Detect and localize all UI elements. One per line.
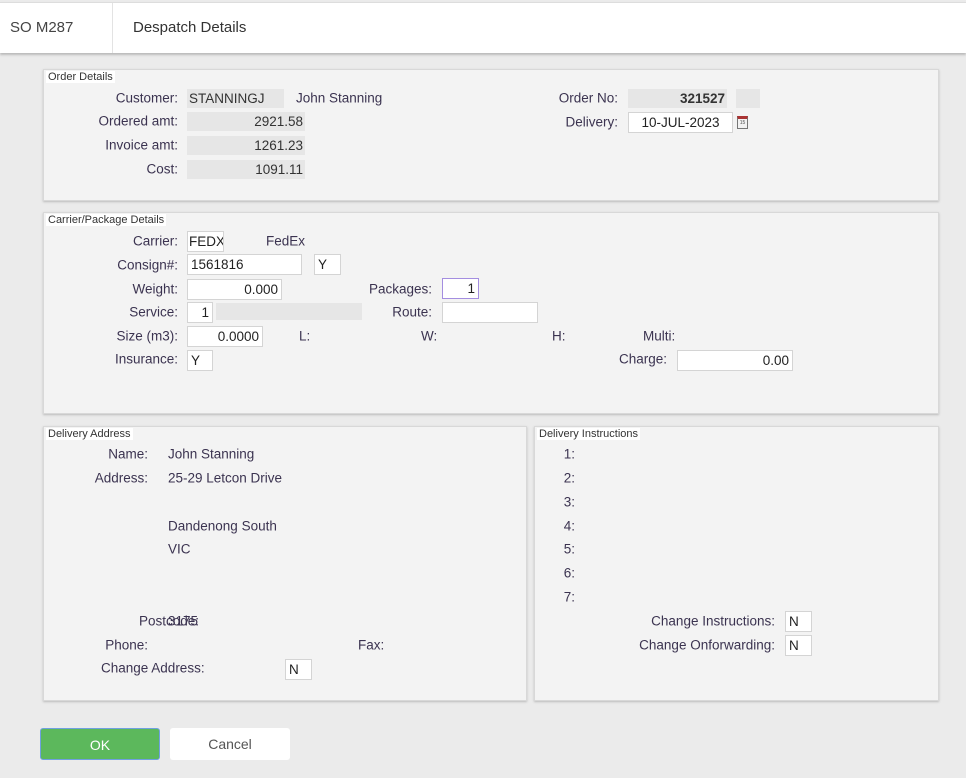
invoice-label: Invoice amt: bbox=[105, 137, 178, 153]
customer-label: Customer: bbox=[115, 90, 178, 106]
panel-legend: Delivery Instructions bbox=[537, 428, 641, 440]
carrier-input[interactable]: FEDX bbox=[187, 231, 224, 252]
phone-label: Phone: bbox=[105, 637, 148, 653]
name-label: Name: bbox=[108, 446, 148, 462]
delivery-label: Delivery: bbox=[565, 114, 618, 130]
size-input[interactable]: 0.0000 bbox=[187, 326, 263, 347]
cost-amount: 1091.11 bbox=[187, 160, 305, 179]
consign-label: Consign#: bbox=[117, 257, 178, 273]
change-instructions-label: Change Instructions: bbox=[651, 613, 775, 629]
panel-legend: Carrier/Package Details bbox=[46, 214, 167, 226]
delivery-date-input[interactable]: 10-JUL-2023 bbox=[628, 112, 733, 133]
change-onforwarding-label: Change Onforwarding: bbox=[639, 637, 775, 653]
instruction-line-6: 6: bbox=[563, 565, 575, 581]
packages-input[interactable]: 1 bbox=[442, 278, 479, 299]
address-label: Address: bbox=[94, 470, 148, 486]
order-no: 321527 bbox=[628, 89, 727, 108]
name-value: John Stanning bbox=[168, 446, 255, 462]
instruction-line-1: 1: bbox=[563, 446, 575, 462]
multi-label: Multi: bbox=[643, 328, 676, 344]
order-no-label: Order No: bbox=[558, 90, 618, 106]
weight-input[interactable]: 0.000 bbox=[187, 279, 282, 300]
packages-label: Packages: bbox=[368, 281, 432, 297]
width-label: W: bbox=[421, 328, 438, 344]
address-line-3: Dandenong South bbox=[168, 518, 277, 534]
change-onforwarding-input[interactable]: N bbox=[785, 635, 812, 656]
height-label: H: bbox=[552, 328, 566, 344]
instruction-line-2: 2: bbox=[563, 470, 575, 486]
insurance-input[interactable]: Y bbox=[187, 350, 213, 371]
order-suffix bbox=[736, 89, 760, 108]
instruction-line-7: 7: bbox=[563, 589, 575, 605]
change-address-label: Change Address: bbox=[101, 660, 205, 676]
carrier-label: Carrier: bbox=[132, 233, 178, 249]
length-label: L: bbox=[299, 328, 311, 344]
charge-label: Charge: bbox=[618, 351, 667, 367]
screen-code: SO M287 bbox=[10, 19, 74, 36]
page-title: Despatch Details bbox=[133, 19, 247, 36]
address-line-4: VIC bbox=[168, 541, 191, 557]
change-instructions-input[interactable]: N bbox=[785, 611, 812, 632]
instruction-line-3: 3: bbox=[563, 494, 575, 510]
route-label: Route: bbox=[392, 304, 432, 320]
cancel-button[interactable]: Cancel bbox=[170, 728, 290, 760]
delivery-instructions-panel: Delivery Instructions bbox=[534, 426, 939, 701]
service-label: Service: bbox=[129, 304, 178, 320]
ordered-amount: 2921.58 bbox=[187, 112, 305, 131]
consign-flag-input[interactable]: Y bbox=[314, 254, 341, 275]
customer-code: STANNINGJ bbox=[187, 89, 284, 108]
route-input[interactable] bbox=[442, 302, 538, 323]
order-details-panel: Order Details bbox=[43, 69, 939, 201]
change-address-input[interactable]: N bbox=[285, 659, 312, 680]
ordered-label: Ordered amt: bbox=[98, 113, 178, 129]
header: SO M287 Despatch Details bbox=[0, 2, 966, 53]
carrier-name: FedEx bbox=[266, 233, 306, 249]
customer-name: John Stanning bbox=[296, 90, 383, 106]
invoice-amount: 1261.23 bbox=[187, 136, 305, 155]
postcode-value: 3175 bbox=[168, 613, 199, 629]
ok-button[interactable]: OK bbox=[40, 728, 160, 760]
cost-label: Cost: bbox=[146, 161, 178, 177]
service-input[interactable]: 1 bbox=[187, 302, 213, 323]
calendar-icon[interactable]: 15 bbox=[737, 116, 748, 129]
panel-legend: Delivery Address bbox=[46, 428, 133, 440]
consign-input[interactable]: 1561816 bbox=[187, 254, 302, 275]
address-line-1: 25-29 Letcon Drive bbox=[168, 470, 283, 486]
fax-label: Fax: bbox=[358, 637, 385, 653]
service-description bbox=[216, 303, 362, 320]
insurance-label: Insurance: bbox=[114, 351, 178, 367]
instruction-line-4: 4: bbox=[563, 518, 575, 534]
divider bbox=[112, 3, 113, 53]
instruction-line-5: 5: bbox=[563, 541, 575, 557]
charge-input[interactable]: 0.00 bbox=[677, 350, 793, 371]
weight-label: Weight: bbox=[132, 281, 178, 297]
panel-legend: Order Details bbox=[46, 71, 115, 83]
size-label: Size (m3): bbox=[116, 328, 178, 344]
